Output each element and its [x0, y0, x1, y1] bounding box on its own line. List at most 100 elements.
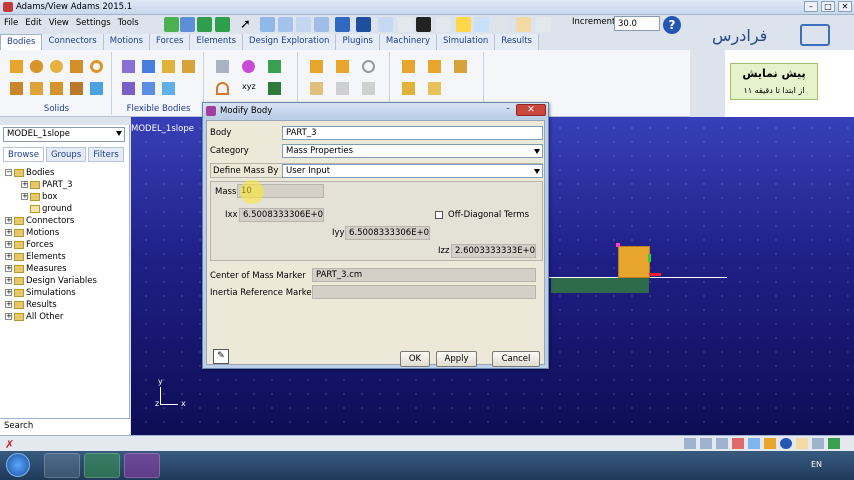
flex-swap-icon[interactable] [122, 82, 135, 95]
flex-body-icon[interactable] [122, 60, 135, 73]
expand-icon[interactable]: + [21, 181, 28, 188]
collapse-icon[interactable]: − [5, 169, 12, 176]
start-button-icon[interactable] [6, 453, 30, 477]
apply-button[interactable]: Apply [436, 351, 477, 367]
izz-field[interactable]: 2.6003333333E+004 [451, 244, 536, 258]
off-diagonal-checkbox[interactable] [435, 211, 443, 219]
edit-icon[interactable]: ✎ [213, 349, 229, 364]
arc-icon[interactable] [216, 82, 229, 95]
dialog-close-button[interactable]: ✕ [516, 104, 546, 116]
window-icon[interactable] [378, 17, 393, 32]
ixx-field[interactable]: 6.5008333306E+004 [239, 208, 324, 222]
tree-node-elements[interactable]: + Elements [5, 251, 127, 263]
cm-marker-field[interactable]: PART_3.cm [312, 268, 536, 282]
define-mass-select[interactable]: User Input [282, 164, 543, 178]
expand-icon[interactable]: + [5, 217, 12, 224]
chamfer-icon[interactable] [402, 60, 415, 73]
sphere-icon[interactable] [50, 60, 63, 73]
select-arrow-icon[interactable]: ➚ [240, 17, 255, 32]
undo-icon[interactable] [197, 17, 212, 32]
tree-node-connectors[interactable]: + Connectors [5, 215, 127, 227]
part-box[interactable] [618, 246, 650, 278]
target-icon[interactable] [492, 17, 507, 32]
color-icon[interactable] [764, 438, 776, 449]
tree-node-results[interactable]: + Results [5, 299, 127, 311]
tab-plugins[interactable]: Plugins [336, 34, 380, 50]
expand-icon[interactable]: + [5, 289, 12, 296]
menu-settings[interactable]: Settings [76, 18, 111, 29]
expand-icon[interactable]: + [21, 193, 28, 200]
table-icon[interactable] [700, 438, 712, 449]
zoom-icon[interactable] [536, 17, 551, 32]
revolution-icon[interactable] [70, 82, 83, 95]
check-icon[interactable] [828, 438, 840, 449]
tab-motions[interactable]: Motions [103, 34, 150, 50]
tab-filters[interactable]: Filters [88, 147, 124, 162]
body-field[interactable]: PART_3 [282, 126, 543, 140]
adams-taskbar-icon[interactable] [124, 453, 160, 478]
tree-node-simulations[interactable]: + Simulations [5, 287, 127, 299]
minimize-button[interactable]: – [804, 1, 818, 12]
flex-beam-icon[interactable] [162, 60, 175, 73]
tab-elements[interactable]: Elements [190, 34, 244, 50]
expand-icon[interactable]: + [5, 229, 12, 236]
tree-node-box[interactable]: + box [5, 191, 127, 203]
tree-node-motions[interactable]: + Motions [5, 227, 127, 239]
grid-toggle-icon[interactable] [716, 438, 728, 449]
explorer-taskbar-icon[interactable] [44, 453, 80, 478]
zoom-box-icon[interactable] [436, 17, 451, 32]
tree-node-ground[interactable]: ground [5, 203, 127, 215]
render-icon[interactable] [356, 17, 371, 32]
tree-node-forces[interactable]: + Forces [5, 239, 127, 251]
redo-icon[interactable] [215, 17, 230, 32]
tab-design-exploration[interactable]: Design Exploration [243, 34, 337, 50]
expand-icon[interactable]: + [5, 253, 12, 260]
tab-bodies[interactable]: Bodies [0, 34, 43, 50]
expand-icon[interactable]: + [5, 277, 12, 284]
camtasia-taskbar-icon[interactable] [84, 453, 120, 478]
marker-icon[interactable] [242, 60, 255, 73]
ground-body[interactable] [551, 278, 649, 293]
tree-node-bodies[interactable]: − Bodies [5, 167, 127, 179]
flex-link-icon[interactable] [182, 60, 195, 73]
ok-button[interactable]: OK [400, 351, 430, 367]
shading-icon[interactable] [796, 438, 808, 449]
dialog-minimize-button[interactable]: – [502, 104, 514, 115]
tab-simulation[interactable]: Simulation [437, 34, 496, 50]
polyline-icon[interactable] [268, 60, 281, 73]
menu-view[interactable]: View [49, 18, 69, 29]
increment-input[interactable]: 30.0 [614, 16, 660, 31]
grid-icon[interactable] [398, 17, 413, 32]
hole-icon[interactable] [454, 60, 467, 73]
spline-icon[interactable]: xyz [242, 82, 256, 95]
shell-icon[interactable] [428, 82, 441, 95]
mnf-icon[interactable] [142, 60, 155, 73]
language-indicator[interactable]: EN [811, 460, 822, 469]
close-button[interactable]: ✕ [838, 1, 852, 12]
flex-plate-icon[interactable] [162, 82, 175, 95]
tab-browse[interactable]: Browse [3, 147, 44, 162]
category-select[interactable]: Mass Properties [282, 144, 543, 158]
tree-node-measures[interactable]: + Measures [5, 263, 127, 275]
link-icon[interactable] [10, 82, 23, 95]
rotate-icon[interactable] [474, 17, 489, 32]
help-icon[interactable]: ? [663, 16, 681, 34]
fillet-icon[interactable] [428, 60, 441, 73]
view-right-icon[interactable] [296, 17, 311, 32]
tree-node-design-variables[interactable]: + Design Variables [5, 275, 127, 287]
view-iso-icon[interactable] [278, 17, 293, 32]
menu-tools[interactable]: Tools [118, 18, 139, 29]
tree-icon[interactable] [268, 82, 281, 95]
cancel-button[interactable]: Cancel [492, 351, 540, 367]
expand-icon[interactable]: + [5, 265, 12, 272]
open-icon[interactable] [180, 17, 195, 32]
tab-results[interactable]: Results [495, 34, 539, 50]
point-icon[interactable] [216, 60, 229, 73]
split-icon[interactable] [336, 82, 349, 95]
tree-node-all-other[interactable]: + All Other [5, 311, 127, 323]
info-icon[interactable] [684, 438, 696, 449]
chain-icon[interactable] [362, 82, 375, 95]
expand-icon[interactable]: + [5, 301, 12, 308]
wireframe-icon[interactable] [335, 17, 350, 32]
tab-machinery[interactable]: Machinery [379, 34, 438, 50]
